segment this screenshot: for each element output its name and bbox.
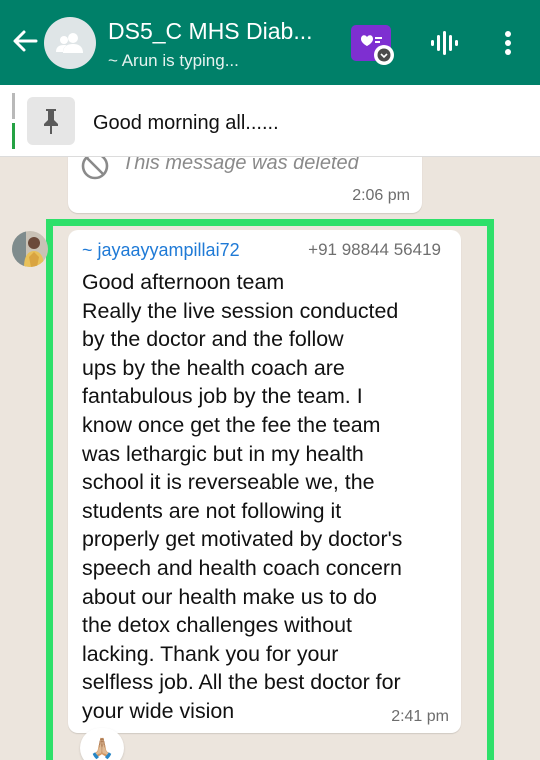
chat-area: This message was deleted 2:06 pm ~ jayaa… (0, 157, 540, 760)
pinned-message-text: Good morning all...... (93, 112, 279, 134)
message-line: Good afternoon team (82, 270, 285, 294)
reaction-badge[interactable]: 🙏🏼 (80, 728, 124, 760)
message-time: 2:06 pm (352, 187, 410, 204)
deleted-message-bubble[interactable]: This message was deleted 2:06 pm (68, 157, 422, 213)
message-line: by the doctor and the follow (82, 327, 344, 352)
message-line: students are not following it (82, 498, 342, 523)
pin-indicator (12, 93, 15, 119)
message-line: lacking. Thank you for your (82, 641, 339, 666)
pin-indicator-active (12, 123, 15, 149)
message-time: 2:41 pm (391, 708, 449, 725)
typing-status: ~ Arun is typing... (108, 51, 239, 70)
deleted-icon (80, 157, 110, 181)
message-line: the detox challenges without (82, 613, 352, 638)
message-line: about our health make us to do (82, 584, 377, 609)
message-line: fantabulous job by the team. I (82, 384, 363, 409)
message-line: speech and health coach concern (82, 555, 402, 580)
message-line: know once get the fee the team (82, 412, 381, 437)
chevron-down-icon (374, 45, 394, 65)
pinned-message-banner[interactable]: Good morning all...... (0, 85, 540, 157)
pin-icon (27, 97, 75, 145)
message-line: Really the live session conducted (82, 298, 399, 323)
message-bubble[interactable]: ~ jayaayyampillai72 +91 98844 56419 Good… (68, 230, 461, 733)
voice-chat-icon[interactable] (427, 26, 461, 60)
message-line: school it is reverseable we, the (82, 470, 375, 495)
sender-phone: +91 98844 56419 (308, 240, 441, 259)
chat-header: DS5_C MHS Diab... ~ Arun is typing... (0, 0, 540, 85)
message-text: Good afternoon team Really the live sess… (82, 268, 454, 726)
back-arrow-icon[interactable] (8, 24, 42, 58)
message-line: ups by the health coach are (82, 355, 345, 380)
chat-title[interactable]: DS5_C MHS Diab... (108, 18, 338, 45)
more-options-icon[interactable] (496, 26, 520, 60)
message-line: properly get motivated by doctor's (82, 527, 403, 552)
sender-name[interactable]: ~ jayaayyampillai72 (82, 240, 240, 261)
deleted-message-text: This message was deleted (122, 157, 359, 174)
message-line: was lethargic but in my health (82, 441, 364, 466)
group-avatar-icon[interactable] (44, 17, 96, 69)
message-line: selfless job. All the best doctor for (82, 670, 401, 695)
avatar[interactable] (12, 231, 48, 267)
